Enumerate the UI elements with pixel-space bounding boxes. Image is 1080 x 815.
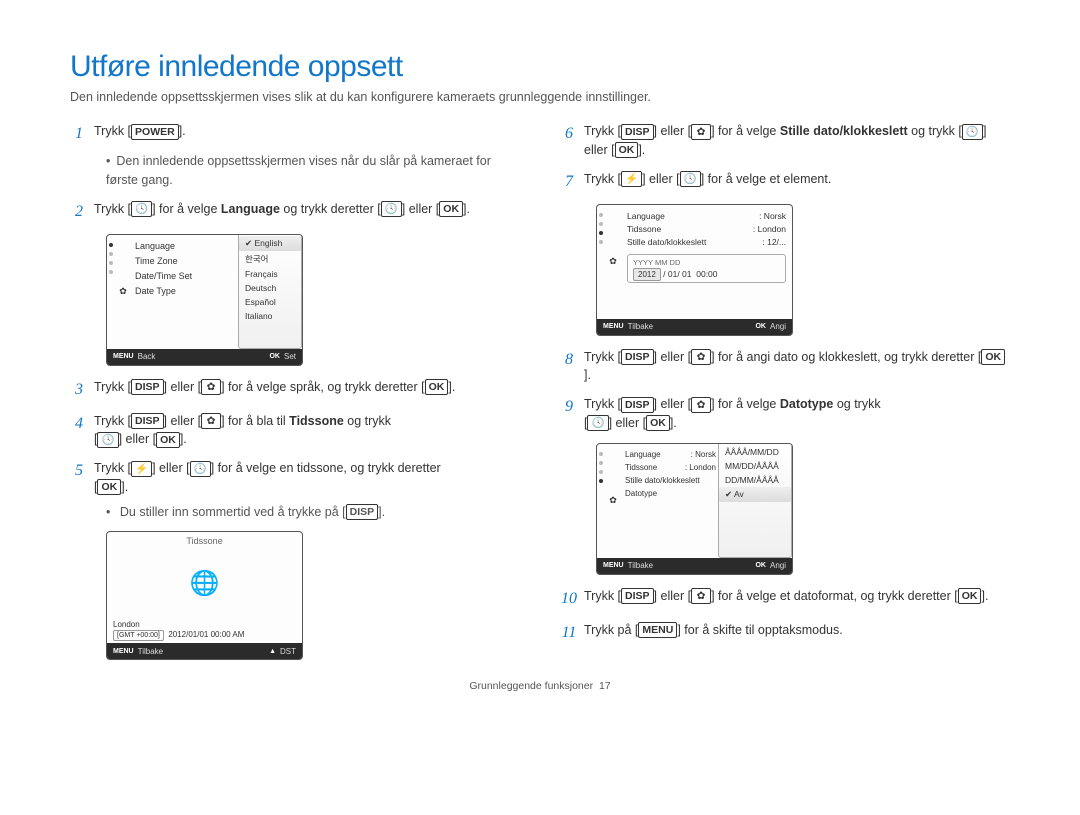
flower-icon: ✿ (691, 349, 711, 365)
timer-icon: 🕓 (587, 415, 608, 431)
step-5: 5 Trykk [⚡] eller [🕓] for å velge en tid… (70, 459, 520, 497)
menu-key: MENU (638, 622, 677, 638)
timer-icon: 🕓 (680, 171, 701, 187)
flower-icon: ✿ (691, 124, 711, 140)
right-column: 6 Trykk [DISP] eller [✿] for å velge Sti… (560, 122, 1010, 672)
timezone-screen: Tidssone 🌐 London [GMT +00:00] 2012/01/0… (106, 531, 303, 660)
ok-key: OK (615, 142, 639, 158)
ok-key: OK (646, 415, 670, 431)
step-9: 9 Trykk [DISP] eller [✿] for å velge Dat… (560, 395, 1010, 433)
datetype-screen: ✿ Language: Norsk Tidssone: London Still… (596, 443, 793, 575)
step-number: 7 (560, 170, 578, 194)
timer-icon: 🕓 (962, 124, 983, 140)
flower-icon: ✿ (691, 588, 711, 604)
flower-icon: ✿ (201, 379, 221, 395)
power-key: POWER (131, 124, 179, 140)
step-1: 1 Trykk [POWER]. (70, 122, 520, 146)
ok-key: OK (981, 349, 1005, 365)
step-number: 5 (70, 459, 88, 483)
step-11: 11 Trykk på [MENU] for å skifte til oppt… (560, 621, 1010, 645)
disp-key: DISP (346, 504, 379, 520)
step-2: 2 Trykk [🕓] for å velge Language og tryk… (70, 200, 520, 224)
timer-icon: 🕓 (131, 201, 152, 217)
left-column: 1 Trykk [POWER]. Den innledende oppsetts… (70, 122, 520, 672)
ok-key: OK (97, 479, 121, 495)
language-dropdown: ✔ English 한국어 Français Deutsch Español I… (238, 234, 302, 349)
step-4: 4 Trykk [DISP] eller [✿] for å bla til T… (70, 412, 520, 450)
flash-icon: ⚡ (621, 171, 642, 187)
step-number: 10 (560, 587, 578, 611)
flower-icon: ✿ (201, 413, 221, 429)
step-5-note: Du stiller inn sommertid ved å trykke på… (70, 503, 520, 522)
datetime-screen: ✿ Language: Norsk Tidssone: London Still… (596, 204, 793, 336)
disp-key: DISP (621, 124, 654, 140)
step-number: 1 (70, 122, 88, 146)
gear-icon: ✿ (609, 256, 617, 267)
timer-icon: 🕓 (97, 432, 118, 448)
step-number: 4 (70, 412, 88, 436)
step-6: 6 Trykk [DISP] eller [✿] for å velge Sti… (560, 122, 1010, 160)
step-number: 9 (560, 395, 578, 419)
datetype-dropdown: ÅÅÅÅ/MM/DD MM/DD/ÅÅÅÅ DD/MM/ÅÅÅÅ ✔ Av (718, 443, 792, 558)
disp-key: DISP (621, 397, 654, 413)
disp-key: DISP (621, 588, 654, 604)
world-map-icon: 🌐 (107, 548, 302, 618)
flash-icon: ⚡ (131, 461, 152, 477)
step-8: 8 Trykk [DISP] eller [✿] for å angi dato… (560, 348, 1010, 386)
step-3: 3 Trykk [DISP] eller [✿] for å velge spr… (70, 378, 520, 402)
page-title: Utføre innledende oppsett (70, 50, 1010, 84)
ok-key: OK (425, 379, 449, 395)
step-7: 7 Trykk [⚡] eller [🕓] for å velge et ele… (560, 170, 1010, 194)
step-number: 2 (70, 200, 88, 224)
page-footer: Grunnleggende funksjoner 17 (70, 680, 1010, 692)
intro-text: Den innledende oppsettsskjermen vises sl… (70, 90, 1010, 104)
step-10: 10 Trykk [DISP] eller [✿] for å velge et… (560, 587, 1010, 611)
gear-icon: ✿ (609, 495, 617, 506)
language-screen: ✿ Language Time Zone Date/Time Set Date … (106, 234, 303, 366)
step-number: 3 (70, 378, 88, 402)
ok-key: OK (156, 432, 180, 448)
step-number: 8 (560, 348, 578, 372)
disp-key: DISP (131, 379, 164, 395)
timer-icon: 🕓 (381, 201, 402, 217)
timer-icon: 🕓 (190, 461, 211, 477)
gear-icon: ✿ (119, 286, 127, 297)
disp-key: DISP (621, 349, 654, 365)
flower-icon: ✿ (691, 397, 711, 413)
step-number: 6 (560, 122, 578, 146)
step-1-note: Den innledende oppsettsskjermen vises nå… (70, 152, 520, 190)
disp-key: DISP (131, 413, 164, 429)
step-number: 11 (560, 621, 578, 645)
ok-key: OK (439, 201, 463, 217)
ok-key: OK (958, 588, 982, 604)
